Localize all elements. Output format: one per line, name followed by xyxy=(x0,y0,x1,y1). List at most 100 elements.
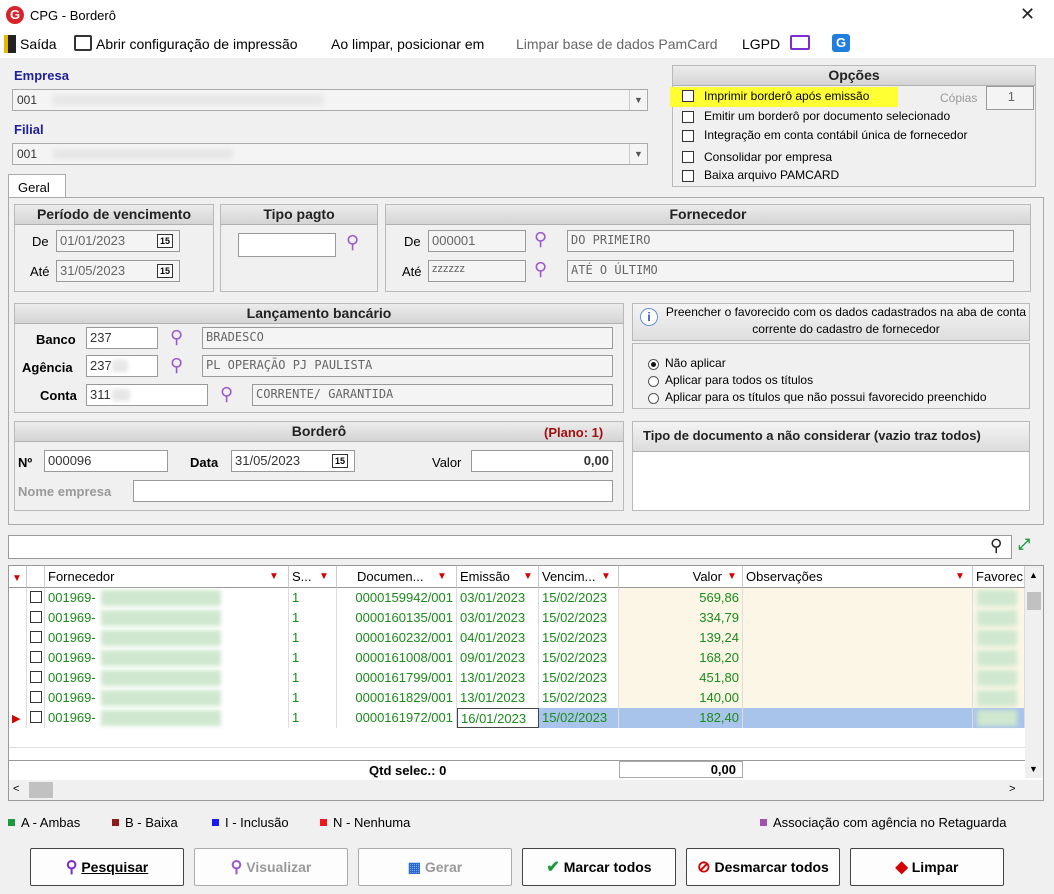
chevron-down-icon[interactable]: ▼ xyxy=(1029,764,1038,774)
calendar-icon[interactable]: 15 xyxy=(157,234,173,248)
fornecedor-de-code[interactable]: 000001 xyxy=(428,230,526,252)
row-checkbox[interactable] xyxy=(27,628,45,648)
filter-icon[interactable]: ▼ xyxy=(955,566,965,587)
search-icon[interactable]: ⚲ xyxy=(346,232,359,253)
chevron-right-icon[interactable]: > xyxy=(1009,783,1015,795)
lgpd-button[interactable]: LGPD xyxy=(742,36,780,52)
exit-icon[interactable] xyxy=(4,35,16,53)
on-clear-position-button[interactable]: Ao limpar, posicionar em xyxy=(331,36,484,52)
conta-input[interactable]: 311 xyxy=(86,384,208,406)
row-checkbox[interactable] xyxy=(27,688,45,708)
search-icon[interactable]: ⚲ xyxy=(990,536,1002,556)
table-row[interactable]: 001969- 1 0000161799/001 13/01/2023 15/02/20… xyxy=(9,668,1025,688)
table-row[interactable]: 001969- 1 0000160135/001 03/01/2023 15/02/20… xyxy=(9,608,1025,628)
filter-icon[interactable]: ▼ xyxy=(269,566,279,587)
chevron-left-icon[interactable]: < xyxy=(13,783,19,795)
vertical-scrollbar[interactable]: ▲ ▼ xyxy=(1025,566,1043,778)
gerar-button[interactable]: ▦ Gerar xyxy=(358,848,512,886)
row-checkbox[interactable] xyxy=(27,708,45,728)
col-s[interactable]: S... ▼ xyxy=(289,566,337,588)
cell-emissao: 03/01/2023 xyxy=(457,608,539,628)
cell-valor: 168,20 xyxy=(619,648,743,668)
checkmark-icon: ✔ xyxy=(546,859,560,876)
table-row[interactable]: 001969- 1 0000161008/001 09/01/2023 15/02/20… xyxy=(9,648,1025,668)
calendar-icon[interactable]: 15 xyxy=(157,264,173,278)
copias-input[interactable]: 1 xyxy=(986,86,1034,110)
col-documento[interactable]: Documen... ▼ xyxy=(337,566,457,588)
expand-icon[interactable]: ⤢ xyxy=(1018,536,1040,556)
cell-s: 1 xyxy=(289,668,337,688)
row-checkbox[interactable] xyxy=(27,648,45,668)
cell-observacoes xyxy=(743,588,973,608)
legend-inclusao: I - Inclusão xyxy=(212,815,289,830)
nome-empresa-input[interactable] xyxy=(133,480,613,502)
col-fornecedor[interactable]: Fornecedor ▼ xyxy=(45,566,289,588)
option-pamcard[interactable] xyxy=(682,170,694,185)
scroll-thumb[interactable] xyxy=(29,782,53,798)
bordero-num-input[interactable]: 000096 xyxy=(44,450,168,472)
horizontal-scrollbar[interactable]: < > xyxy=(9,780,1043,800)
pesquisar-button[interactable]: ⚲ Pesquisar xyxy=(30,848,184,886)
empresa-select[interactable]: 001 ▼ xyxy=(12,89,648,111)
printer-icon[interactable] xyxy=(74,35,92,51)
col-emissao[interactable]: Emissão ▼ xyxy=(457,566,539,588)
col-observacoes[interactable]: Observações ▼ xyxy=(743,566,973,588)
filter-icon[interactable]: ▼ xyxy=(601,566,611,587)
marcar-todos-button[interactable]: ✔ Marcar todos xyxy=(522,848,676,886)
filter-icon[interactable]: ▼ xyxy=(727,566,737,587)
desmarcar-todos-button[interactable]: ⊘ Desmarcar todos xyxy=(686,848,840,886)
filter-icon[interactable]: ▼ xyxy=(437,566,447,587)
radio-aplicar-todos[interactable] xyxy=(648,375,659,390)
search-icon[interactable]: ⚲ xyxy=(220,384,233,405)
row-checkbox[interactable] xyxy=(27,668,45,688)
cell-s: 1 xyxy=(289,648,337,668)
print-config-button[interactable]: Abrir configuração de impressão xyxy=(96,36,298,52)
radio-aplicar-sem-favorecido[interactable] xyxy=(648,392,659,407)
col-favorecido[interactable]: Favorec xyxy=(973,566,1025,588)
exit-button[interactable]: Saída xyxy=(20,36,57,52)
monitor-icon[interactable] xyxy=(790,35,810,50)
filter-all-icon[interactable]: ▼ xyxy=(9,566,27,588)
clear-pamcard-button[interactable]: Limpar base de dados PamCard xyxy=(516,36,718,52)
row-checkbox[interactable] xyxy=(27,608,45,628)
option-print-after[interactable] xyxy=(682,90,694,105)
table-row[interactable]: 001969- 1 0000159942/001 03/01/2023 15/02/20… xyxy=(9,588,1025,608)
filial-select[interactable]: 001 ▼ xyxy=(12,143,648,165)
redacted-text xyxy=(977,650,1017,666)
g-brand-icon[interactable]: G xyxy=(832,34,850,52)
tab-geral[interactable]: Geral xyxy=(8,174,66,198)
radio-nao-aplicar[interactable] xyxy=(648,358,659,373)
search-icon[interactable]: ⚲ xyxy=(170,327,183,348)
filter-icon[interactable]: ▼ xyxy=(319,566,329,587)
chevron-up-icon[interactable]: ▲ xyxy=(1029,570,1038,580)
table-row[interactable]: ▶ 001969- 1 0000161972/001 16/01/2023 15/02/2… xyxy=(9,708,1025,728)
close-button[interactable]: ✕ xyxy=(1020,4,1035,25)
option-per-document[interactable] xyxy=(682,111,694,126)
row-checkbox[interactable] xyxy=(27,588,45,608)
visualizar-button[interactable]: ⚲ Visualizar xyxy=(194,848,348,886)
cell-s: 1 xyxy=(289,588,337,608)
filter-icon[interactable]: ▼ xyxy=(523,566,533,587)
tipo-doc-group[interactable]: Tipo de documento a não considerar (vazi… xyxy=(632,421,1030,511)
option-consolidate[interactable] xyxy=(682,151,694,166)
redacted-text xyxy=(101,630,221,646)
redacted-text xyxy=(977,590,1017,606)
table-row[interactable]: 001969- 1 0000160232/001 04/01/2023 15/02/20… xyxy=(9,628,1025,648)
option-single-account[interactable] xyxy=(682,130,694,145)
tipo-pagto-input[interactable] xyxy=(238,233,336,257)
bordero-valor-input[interactable]: 0,00 xyxy=(471,450,613,472)
col-vencimento[interactable]: Vencim... ▼ xyxy=(539,566,619,588)
search-icon[interactable]: ⚲ xyxy=(534,259,547,280)
col-valor[interactable]: Valor ▼ xyxy=(619,566,743,588)
table-row[interactable]: 001969- 1 0000161829/001 13/01/2023 15/02/20… xyxy=(9,688,1025,708)
chevron-down-icon[interactable]: ▼ xyxy=(629,90,647,110)
banco-input[interactable]: 237 xyxy=(86,327,158,349)
scroll-thumb[interactable] xyxy=(1027,592,1041,610)
grid-search-input[interactable] xyxy=(8,535,1012,559)
fornecedor-ate-code[interactable]: zzzzzz xyxy=(428,260,526,282)
limpar-button[interactable]: ◆ Limpar xyxy=(850,848,1004,886)
calendar-icon[interactable]: 15 xyxy=(332,454,348,468)
search-icon[interactable]: ⚲ xyxy=(170,355,183,376)
search-icon[interactable]: ⚲ xyxy=(534,229,547,250)
chevron-down-icon[interactable]: ▼ xyxy=(629,144,647,164)
